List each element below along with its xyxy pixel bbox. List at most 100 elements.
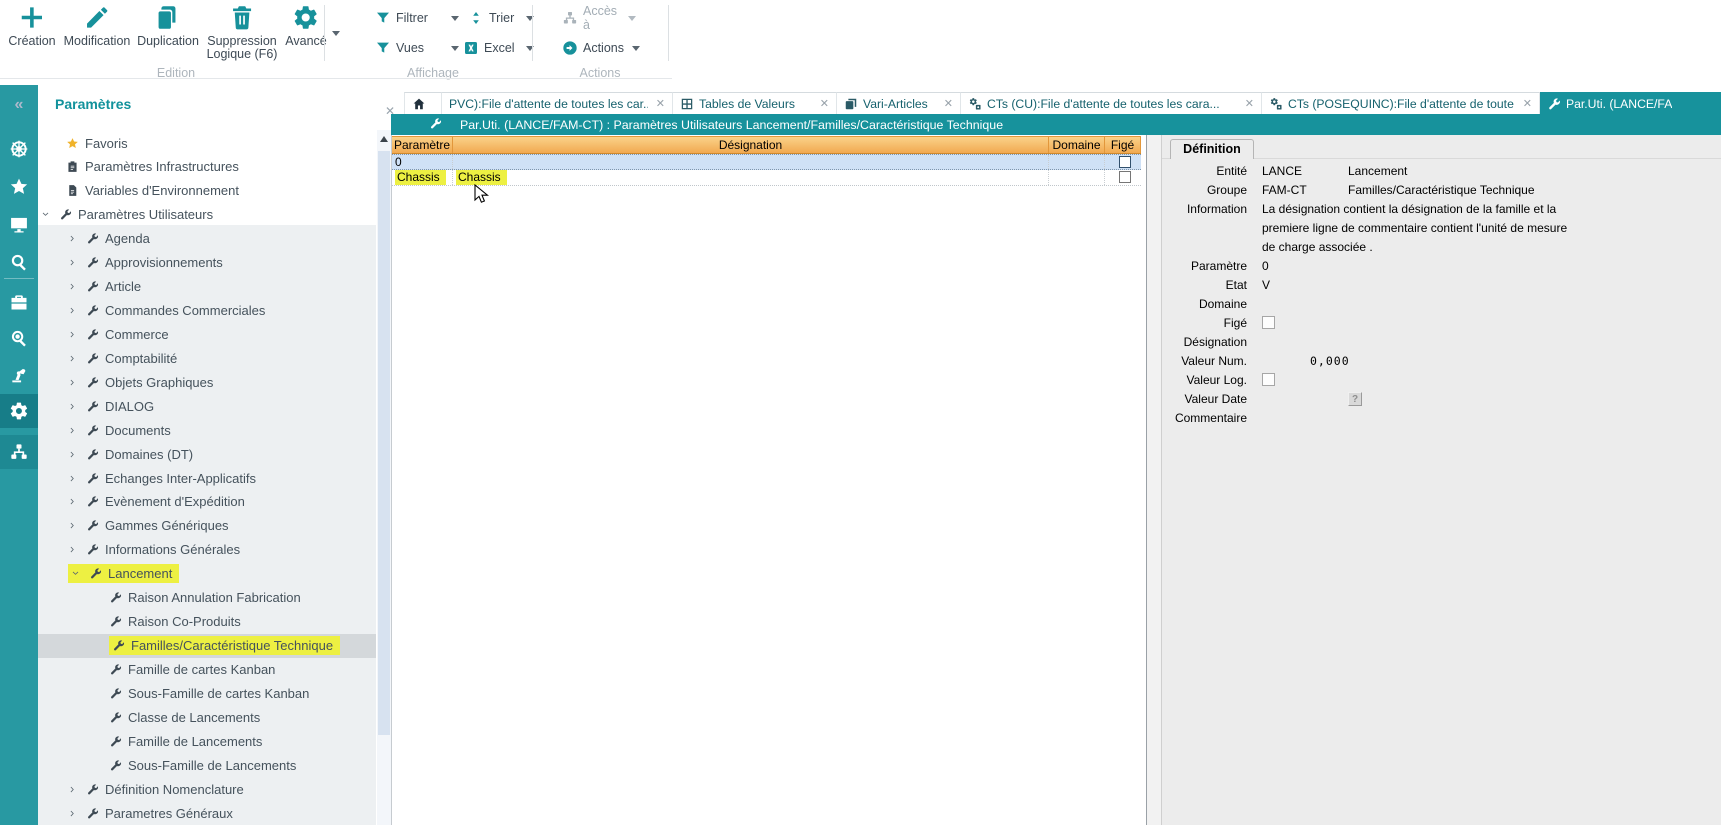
tree-item-dialog[interactable]: DIALOG <box>38 394 376 418</box>
sidebar-scrollbar[interactable] <box>377 130 391 825</box>
grid-scrollbar[interactable] <box>1146 135 1162 825</box>
tree-item-parametres-g-n-raux[interactable]: Parametres Généraux <box>38 801 376 825</box>
chevron-right-icon[interactable] <box>68 354 77 363</box>
tree-item-familles-caract-ristique-technique[interactable]: Familles/Caractéristique Technique <box>38 634 376 658</box>
chevron-right-icon[interactable] <box>68 809 77 818</box>
tree-item-article[interactable]: Article <box>38 275 376 299</box>
ribbon-button-avanc-[interactable]: Avancé <box>285 4 326 48</box>
dropdown-caret-icon[interactable] <box>451 16 459 21</box>
column-header-fig-[interactable]: Figé <box>1105 137 1141 153</box>
tab-4[interactable]: CTs (CU):File d'attente de toutes les ca… <box>961 92 1262 114</box>
dropdown-caret-icon[interactable] <box>332 31 340 36</box>
rail-item-star[interactable] <box>0 170 38 204</box>
chevron-right-icon[interactable] <box>68 785 77 794</box>
tree-item-param-tres-utilisateurs[interactable]: Paramètres Utilisateurs <box>38 203 376 227</box>
tab-2[interactable]: Tables de Valeurs✕ <box>673 92 837 114</box>
table-row[interactable]: 0 <box>392 154 1141 170</box>
tab-definition[interactable]: Définition <box>1170 139 1254 159</box>
tree-item-comptabilit-[interactable]: Comptabilité <box>38 346 376 370</box>
tree-item-commerce[interactable]: Commerce <box>38 322 376 346</box>
tab-close-icon[interactable]: ✕ <box>812 97 829 110</box>
fig--checkbox[interactable] <box>1262 316 1275 329</box>
sidebar-scrollbar-thumb[interactable] <box>378 151 390 735</box>
rail-item-gear[interactable] <box>0 394 38 428</box>
valeur-log--checkbox[interactable] <box>1262 373 1275 386</box>
ribbon-button-suppression[interactable]: SuppressionLogique (F6) <box>207 4 278 61</box>
tree-item-param-tres-infrastructures[interactable]: Paramètres Infrastructures <box>38 155 376 179</box>
tree-item-informations-g-n-rales[interactable]: Informations Générales <box>38 538 376 562</box>
tab-close-icon[interactable]: ✕ <box>1515 97 1532 110</box>
chevron-right-icon[interactable] <box>68 282 77 291</box>
chevron-right-icon[interactable] <box>68 521 77 530</box>
chevron-down-icon[interactable] <box>71 569 80 578</box>
fige-checkbox[interactable] <box>1119 171 1131 183</box>
tree-item-objets-graphiques[interactable]: Objets Graphiques <box>38 370 376 394</box>
column-header-param-tre[interactable]: Paramètre <box>392 137 453 153</box>
chevron-right-icon[interactable] <box>68 258 77 267</box>
chevron-right-icon[interactable] <box>68 306 77 315</box>
rail-item-search[interactable] <box>0 245 38 279</box>
scroll-up-arrow-icon[interactable] <box>380 136 388 142</box>
ribbon-button-trier[interactable]: Trier <box>468 8 534 28</box>
chevron-right-icon[interactable] <box>68 330 77 339</box>
chevron-down-icon[interactable] <box>41 210 50 219</box>
tree-item-commandes-commerciales[interactable]: Commandes Commerciales <box>38 299 376 323</box>
table-row[interactable]: ChassisChassis <box>392 170 1141 186</box>
tree-item-raison-co-produits[interactable]: Raison Co-Produits <box>38 610 376 634</box>
rail-item-search-pin[interactable] <box>0 321 38 355</box>
chevron-right-icon[interactable] <box>68 497 77 506</box>
chevron-right-icon[interactable] <box>68 450 77 459</box>
collapse-rail-icon[interactable]: « <box>0 88 38 122</box>
rail-item-briefcase[interactable] <box>0 285 38 319</box>
date-help-button[interactable]: ? <box>1348 392 1362 406</box>
rail-item-hierarchy[interactable] <box>0 435 38 469</box>
ribbon-button-vues[interactable]: Vues <box>375 38 459 58</box>
chevron-right-icon[interactable] <box>68 426 77 435</box>
tree-item-lancement[interactable]: Lancement <box>38 562 376 586</box>
column-header-d-signation[interactable]: Désignation <box>453 137 1049 153</box>
fige-checkbox[interactable] <box>1119 156 1131 168</box>
dropdown-caret-icon[interactable] <box>451 46 459 51</box>
ribbon-button-cr-ation[interactable]: Création <box>8 4 55 48</box>
tab-close-icon[interactable]: ✕ <box>1237 97 1254 110</box>
tree-item-famille-de-cartes-kanban[interactable]: Famille de cartes Kanban <box>38 657 376 681</box>
tree-item-sous-famille-de-cartes-kanban[interactable]: Sous-Famille de cartes Kanban <box>38 681 376 705</box>
tab-home[interactable] <box>404 92 442 114</box>
tab-5[interactable]: CTs (POSEQUINC):File d'attente de toute.… <box>1262 92 1540 114</box>
tree-item-sous-famille-de-lancements[interactable]: Sous-Famille de Lancements <box>38 753 376 777</box>
tree-item-raison-annulation-fabrication[interactable]: Raison Annulation Fabrication <box>38 586 376 610</box>
tree-item-agenda[interactable]: Agenda <box>38 227 376 251</box>
tab-6[interactable]: Par.Uti. (LANCE/FA <box>1540 92 1721 114</box>
tree-item-favoris[interactable]: Favoris <box>38 131 376 155</box>
tab-3[interactable]: Vari-Articles✕ <box>837 92 961 114</box>
tree-item-d-finition-nomenclature[interactable]: Définition Nomenclature <box>38 777 376 801</box>
tree-item-documents[interactable]: Documents <box>38 418 376 442</box>
tree-item-echanges-inter-applicatifs[interactable]: Echanges Inter-Applicatifs <box>38 466 376 490</box>
tree-item-classe-de-lancements[interactable]: Classe de Lancements <box>38 705 376 729</box>
column-header-domaine[interactable]: Domaine <box>1049 137 1105 153</box>
tree-item-variables-d-environnement[interactable]: Variables d'Environnement <box>38 179 376 203</box>
rail-item-monitor[interactable] <box>0 208 38 242</box>
dropdown-caret-icon[interactable] <box>632 46 640 51</box>
ribbon-button-filtrer[interactable]: Filtrer <box>375 8 459 28</box>
tree-item-domaines-dt-[interactable]: Domaines (DT) <box>38 442 376 466</box>
ribbon-button-modification[interactable]: Modification <box>64 4 131 48</box>
chevron-right-icon[interactable] <box>68 545 77 554</box>
tree-item-approvisionnements[interactable]: Approvisionnements <box>38 251 376 275</box>
tab-close-icon[interactable]: ✕ <box>936 97 953 110</box>
ribbon-button-duplication[interactable]: Duplication <box>137 4 199 48</box>
ribbon-button-actions[interactable]: Actions <box>562 38 640 58</box>
chevron-right-icon[interactable] <box>68 378 77 387</box>
rail-item-robot-arm[interactable] <box>0 358 38 392</box>
ribbon-button-excel[interactable]: Excel <box>463 38 534 58</box>
tab-close-icon[interactable]: ✕ <box>648 97 665 110</box>
star-yellow-icon <box>66 137 79 150</box>
chevron-right-icon[interactable] <box>68 474 77 483</box>
tree-item-famille-de-lancements[interactable]: Famille de Lancements <box>38 729 376 753</box>
chevron-right-icon[interactable] <box>68 402 77 411</box>
rail-item-wheel[interactable] <box>0 132 38 166</box>
tab-1[interactable]: PVC):File d'attente de toutes les car...… <box>442 92 673 114</box>
tree-item-gammes-g-n-riques[interactable]: Gammes Génériques <box>38 514 376 538</box>
tree-item-ev-nement-d-exp-dition[interactable]: Evènement d'Expédition <box>38 490 376 514</box>
chevron-right-icon[interactable] <box>68 234 77 243</box>
